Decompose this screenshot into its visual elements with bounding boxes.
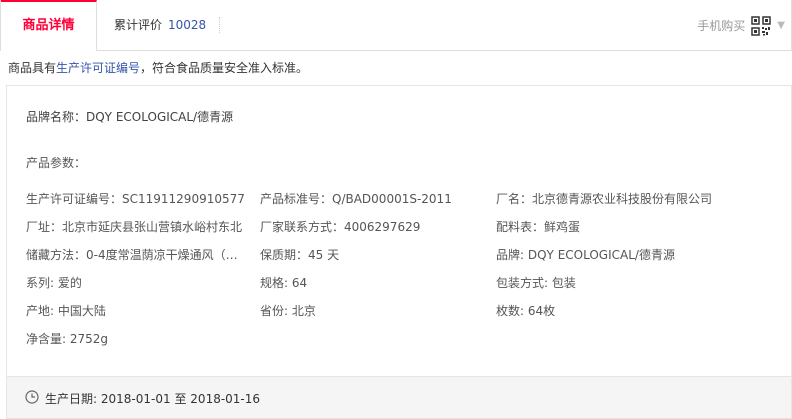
attr-item: 枚数: 64枚 (496, 304, 556, 318)
chevron-down-icon: ▼ (777, 20, 785, 31)
attr-item: 厂址：北京市延庆县张山营镇水峪村东北 (26, 220, 243, 234)
brand-name: 品牌名称：DQY ECOLOGICAL/德青源 (26, 110, 234, 124)
production-date-bar: 生产日期: 2018-01-01 至 2018-01-16 (7, 376, 791, 418)
attr-item: 省份: 北京 (260, 304, 316, 318)
attr-item: 产地: 中国大陆 (26, 304, 106, 318)
production-date-end: 2018-01-16 (190, 392, 261, 406)
tab-reviews[interactable]: 累计评价 10028 (114, 0, 206, 51)
clock-icon (25, 390, 39, 404)
attr-item: 产品标准号：Q/BAD00001S-2011 (260, 192, 452, 206)
production-date-separator: 至 (174, 392, 187, 406)
attr-item: 储藏方法：0-4度常温荫凉干燥通风（建议冷藏） (26, 248, 248, 262)
attr-item: 厂家联系方式：4006297629 (260, 220, 421, 234)
attr-item: 生产许可证编号：SC11911290910577 (26, 192, 245, 206)
tab-product-details[interactable]: 商品详情 (1, 0, 97, 51)
attr-item: 净含量: 2752g (26, 332, 109, 346)
qr-code-icon (751, 15, 772, 36)
tab-reviews-label: 累计评价 (114, 18, 163, 32)
production-date-start: 2018-01-01 (100, 392, 171, 406)
license-notice: 商品具有生产许可证编号，符合食品质量安全准入标准。 (8, 59, 308, 76)
params-title: 产品参数： (26, 156, 87, 170)
product-parameters-panel: 品牌名称：DQY ECOLOGICAL/德青源 产品参数： 生产许可证编号：SC… (6, 85, 792, 419)
attr-item: 系列: 爱的 (26, 276, 82, 290)
attr-item: 保质期：45 天 (260, 248, 340, 262)
production-date-label: 生产日期: (45, 392, 98, 406)
license-link[interactable]: 生产许可证编号 (56, 61, 140, 75)
attr-item: 品牌: DQY ECOLOGICAL/德青源 (496, 248, 675, 262)
mobile-buy-label: 手机购买 (697, 19, 746, 33)
production-date: 生产日期: 2018-01-01 至 2018-01-16 (45, 390, 260, 407)
notice-suffix: ，符合食品质量安全准入标准。 (140, 61, 309, 75)
notice-prefix: 商品具有 (8, 61, 57, 75)
review-count: 10028 (168, 18, 207, 32)
mobile-buy-button[interactable]: 手机购买 ▼ (697, 0, 785, 51)
tab-divider (219, 17, 220, 33)
tab-bar: 商品详情 累计评价 10028 手机购买 ▼ (0, 0, 792, 51)
attr-item: 规格: 64 (260, 276, 308, 290)
attr-item: 配料表：鲜鸡蛋 (496, 220, 581, 234)
attr-item: 厂名：北京德青源农业科技股份有限公司 (496, 192, 713, 206)
attr-item: 包装方式: 包装 (496, 276, 576, 290)
